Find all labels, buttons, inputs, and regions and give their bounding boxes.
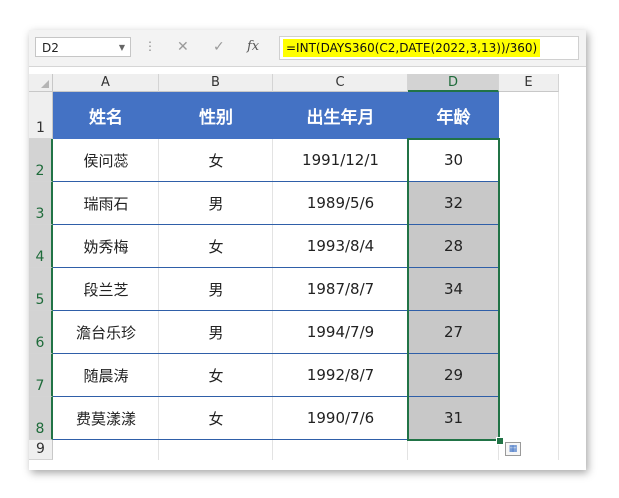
column-header-d[interactable]: D (408, 74, 499, 92)
age-cell[interactable]: 28 (408, 225, 499, 268)
column-header-b[interactable]: B (159, 74, 273, 92)
table-header-cell[interactable]: 出生年月 (273, 92, 408, 139)
row-number: 3 (35, 206, 45, 222)
formula-bar: D2 ▼ ⋮ ✕ ✓ fx =INT(DAYS360(C2,DATE(2022,… (29, 30, 586, 67)
table-cell[interactable]: 1990/7/6 (273, 397, 408, 440)
more-dots-icon[interactable]: ⋮ (144, 39, 156, 53)
row-header-6[interactable]: 6 (29, 311, 53, 354)
quick-analysis-icon[interactable]: ▦ (505, 442, 521, 456)
age-cell[interactable]: 34 (408, 268, 499, 311)
table-cell[interactable]: 妫秀梅 (53, 225, 159, 268)
table-cell[interactable]: 随晨涛 (53, 354, 159, 397)
table-cell[interactable]: 段兰芝 (53, 268, 159, 311)
table-cell[interactable]: 1993/8/4 (273, 225, 408, 268)
age-cell[interactable]: 27 (408, 311, 499, 354)
row-header-3[interactable]: 3 (29, 182, 53, 225)
column-header-c[interactable]: C (273, 74, 408, 92)
row-number: 6 (35, 335, 45, 351)
table-cell[interactable]: 1992/8/7 (273, 354, 408, 397)
row-number: 4 (35, 249, 45, 265)
name-box[interactable]: D2 ▼ (35, 37, 131, 57)
row-header-5[interactable]: 5 (29, 268, 53, 311)
table-cell[interactable]: 1991/12/1 (273, 139, 408, 182)
table-cell[interactable]: 女 (159, 354, 273, 397)
table-cell[interactable]: 男 (159, 182, 273, 225)
excel-window: D2 ▼ ⋮ ✕ ✓ fx =INT(DAYS360(C2,DATE(2022,… (29, 30, 586, 470)
row-header-2[interactable]: 2 (29, 139, 53, 182)
cancel-icon[interactable]: ✕ (177, 39, 189, 55)
row-number: 1 (36, 120, 45, 136)
table-cell[interactable]: 女 (159, 139, 273, 182)
row-header-8[interactable]: 8 (29, 397, 53, 440)
insert-function-icon[interactable]: fx (247, 39, 259, 54)
select-all-corner[interactable] (29, 74, 53, 92)
table-cell[interactable]: 1987/8/7 (273, 268, 408, 311)
row-number: 8 (35, 421, 45, 437)
fill-handle[interactable] (496, 437, 504, 445)
age-cell[interactable]: 31 (408, 397, 499, 440)
name-box-value: D2 (42, 41, 59, 55)
table-cell[interactable]: 男 (159, 311, 273, 354)
row-number: 5 (35, 292, 45, 308)
row-header-4[interactable]: 4 (29, 225, 53, 268)
age-cell[interactable]: 29 (408, 354, 499, 397)
row-header-7[interactable]: 7 (29, 354, 53, 397)
row-number: 7 (35, 378, 45, 394)
row-number: 2 (35, 163, 45, 179)
chevron-down-icon[interactable]: ▼ (119, 38, 125, 58)
column-header-a[interactable]: A (53, 74, 159, 92)
table-header-cell[interactable]: 年龄 (408, 92, 499, 139)
formula-text: =INT(DAYS360(C2,DATE(2022,3,13))/360) (283, 39, 541, 57)
table-cell[interactable]: 侯问蕊 (53, 139, 159, 182)
table-cell[interactable]: 1989/5/6 (273, 182, 408, 225)
table-cell[interactable]: 费莫漾漾 (53, 397, 159, 440)
table-cell[interactable]: 女 (159, 397, 273, 440)
confirm-icon[interactable]: ✓ (213, 39, 225, 55)
table-cell[interactable]: 男 (159, 268, 273, 311)
table-cell[interactable]: 女 (159, 225, 273, 268)
column-header-e[interactable]: E (499, 74, 559, 92)
table-cell[interactable]: 澹台乐珍 (53, 311, 159, 354)
row-header-1[interactable]: 1 (29, 92, 53, 139)
table-header-cell[interactable]: 性别 (159, 92, 273, 139)
row-header-9[interactable]: 9 (29, 440, 53, 460)
gridline (558, 92, 559, 460)
table-cell[interactable]: 1994/7/9 (273, 311, 408, 354)
formula-input[interactable]: =INT(DAYS360(C2,DATE(2022,3,13))/360) (279, 36, 579, 60)
age-cell[interactable]: 30 (408, 139, 499, 182)
table-cell[interactable]: 瑞雨石 (53, 182, 159, 225)
row-number: 9 (36, 441, 45, 457)
table-header-cell[interactable]: 姓名 (53, 92, 159, 139)
age-cell[interactable]: 32 (408, 182, 499, 225)
